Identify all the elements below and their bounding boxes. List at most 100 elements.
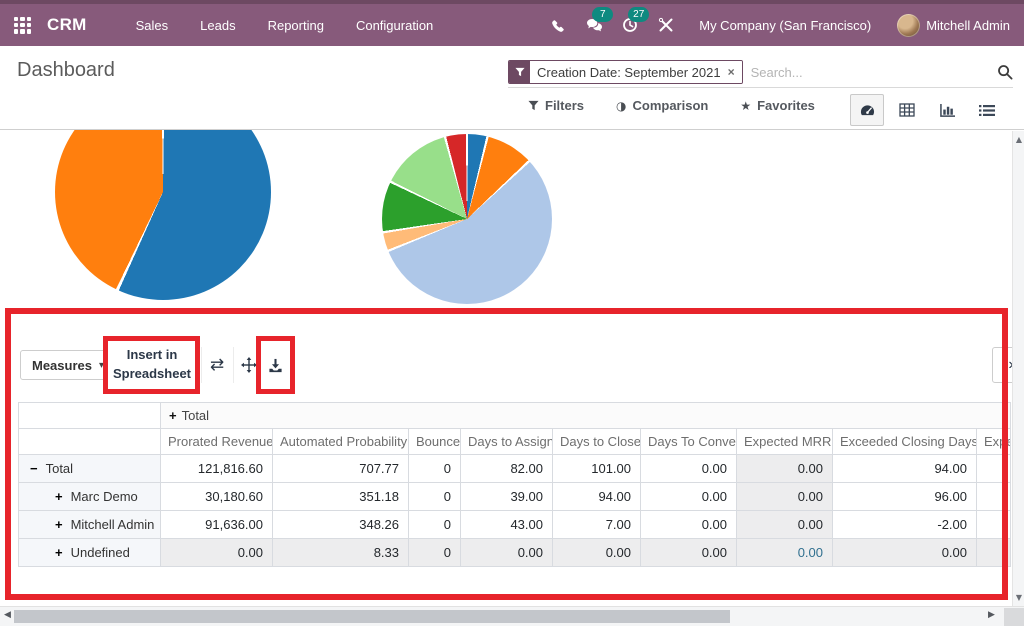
download-xlsx-icon[interactable] (260, 347, 290, 383)
user-name: Mitchell Admin (926, 18, 1010, 33)
menu-sales[interactable]: Sales (123, 12, 182, 39)
top-navbar: CRM Sales Leads Reporting Configuration … (0, 0, 1024, 46)
pivot-cell: 0.00 (553, 539, 641, 567)
pivot-cell (977, 539, 1011, 567)
pivot-cell: 0.00 (641, 539, 737, 567)
pivot-column-header[interactable]: Expe (977, 429, 1011, 455)
pivot-cell: 0.00 (737, 483, 833, 511)
pivot-row-header[interactable]: +Undefined (19, 539, 161, 567)
pivot-cell: 91,636.00 (161, 511, 273, 539)
pivot-cell: 94.00 (553, 483, 641, 511)
gauge-icon (859, 103, 876, 118)
scrollbar-corner (1004, 608, 1024, 626)
pivot-cell: 0.00 (461, 539, 553, 567)
main-menu: Sales Leads Reporting Configuration (123, 12, 447, 39)
pivot-cell: 96.00 (833, 483, 977, 511)
pivot-column-group[interactable]: +Total (161, 403, 1011, 429)
star-icon: ★ (740, 99, 751, 113)
pivot-row-header[interactable]: +Marc Demo (19, 483, 161, 511)
messages-badge: 7 (592, 7, 613, 22)
pivot-cell: 0.00 (737, 511, 833, 539)
horizontal-scrollbar-thumb[interactable] (14, 610, 730, 623)
pivot-cell: 707.77 (273, 455, 409, 483)
user-menu[interactable]: Mitchell Admin (897, 14, 1010, 37)
view-list-button[interactable] (970, 94, 1004, 126)
menu-reporting[interactable]: Reporting (255, 12, 337, 39)
pivot-cell: 39.00 (461, 483, 553, 511)
facet-remove-icon[interactable]: × (728, 65, 735, 79)
pivot-table-container: +TotalProrated RevenueAutomated Probabil… (18, 402, 1010, 567)
search-facet[interactable]: Creation Date: September 2021 × (508, 60, 743, 84)
search-bar: Creation Date: September 2021 × (508, 57, 1013, 88)
pivot-cell: 0.00 (737, 539, 833, 567)
view-pivot-button[interactable] (890, 94, 924, 126)
horizontal-scrollbar[interactable]: ◀ ▶ (0, 606, 1024, 626)
pivot-cell: 82.00 (461, 455, 553, 483)
pivot-column-header[interactable]: Days To Convert (641, 429, 737, 455)
pivot-row-header[interactable]: −Total (19, 455, 161, 483)
pie-chart-1[interactable] (55, 130, 271, 300)
pivot-cell: 0.00 (833, 539, 977, 567)
pivot-cell (977, 455, 1011, 483)
app-title[interactable]: CRM (47, 15, 87, 35)
activities-icon[interactable]: 27 (617, 14, 643, 36)
pie-chart-2[interactable] (382, 134, 552, 304)
flip-axis-icon[interactable]: ⇄ (201, 347, 232, 383)
pivot-cell: 0.00 (161, 539, 273, 567)
pivot-cell: 0 (409, 455, 461, 483)
filter-icon (509, 61, 530, 83)
messages-icon[interactable]: 7 (581, 14, 607, 36)
measures-button[interactable]: Measures ▾ (20, 350, 116, 380)
view-switcher (850, 94, 1004, 126)
comparison-menu[interactable]: ◑ Comparison (616, 98, 708, 113)
pivot-cell: 43.00 (461, 511, 553, 539)
favorites-menu[interactable]: ★ Favorites (740, 98, 815, 113)
company-switcher[interactable]: My Company (San Francisco) (699, 18, 871, 33)
table-grid-icon (899, 103, 915, 117)
pivot-cell: 121,816.60 (161, 455, 273, 483)
menu-leads[interactable]: Leads (187, 12, 248, 39)
dashboard-content: Measures ▾ Insert in Spreadsheet ⇄ › +To… (0, 130, 1024, 606)
pivot-table: +TotalProrated RevenueAutomated Probabil… (18, 402, 1011, 567)
view-chart-button[interactable] (930, 94, 964, 126)
caret-down-icon: ▾ (99, 360, 104, 371)
app-window: CRM Sales Leads Reporting Configuration … (0, 0, 1024, 626)
vertical-scrollbar[interactable]: ▲ ▼ (1012, 131, 1024, 606)
insert-in-spreadsheet-button[interactable]: Insert in Spreadsheet (108, 341, 196, 389)
search-icon[interactable] (997, 64, 1013, 80)
view-dashboard-button[interactable] (850, 94, 884, 126)
breadcrumb[interactable]: Dashboard (17, 59, 115, 82)
apps-menu-icon[interactable] (14, 17, 31, 34)
pivot-cell: 351.18 (273, 483, 409, 511)
pivot-column-header[interactable]: Prorated Revenue (161, 429, 273, 455)
tools-icon[interactable] (653, 14, 679, 36)
pivot-cell: 348.26 (273, 511, 409, 539)
pivot-cell (977, 511, 1011, 539)
phone-icon[interactable] (545, 14, 571, 36)
pivot-cell: 0.00 (641, 511, 737, 539)
menu-configuration[interactable]: Configuration (343, 12, 446, 39)
search-menus: Filters ◑ Comparison ★ Favorites (528, 98, 815, 113)
list-icon (979, 104, 995, 117)
pivot-column-header[interactable]: Bounce (409, 429, 461, 455)
pivot-cell: 0 (409, 539, 461, 567)
scroll-up-icon: ▲ (1013, 135, 1024, 144)
pivot-column-header[interactable]: Days to Assign (461, 429, 553, 455)
pivot-column-header[interactable]: Days to Close (553, 429, 641, 455)
pivot-column-header[interactable]: Expected MRR (737, 429, 833, 455)
activities-badge: 27 (628, 7, 649, 22)
filters-menu[interactable]: Filters (528, 98, 584, 113)
filters-icon (528, 100, 539, 111)
scroll-down-icon: ▼ (1013, 593, 1024, 602)
pivot-cell: 30,180.60 (161, 483, 273, 511)
comparison-icon: ◑ (616, 99, 626, 113)
pivot-cell (977, 483, 1011, 511)
pivot-row-header[interactable]: +Mitchell Admin (19, 511, 161, 539)
pivot-cell: 8.33 (273, 539, 409, 567)
pivot-column-header[interactable]: Automated Probability (273, 429, 409, 455)
bar-chart-icon (939, 103, 956, 118)
pivot-cell: 0.00 (641, 455, 737, 483)
search-input[interactable] (743, 65, 997, 80)
pivot-column-header[interactable]: Exceeded Closing Days (833, 429, 977, 455)
pivot-cell: -2.00 (833, 511, 977, 539)
